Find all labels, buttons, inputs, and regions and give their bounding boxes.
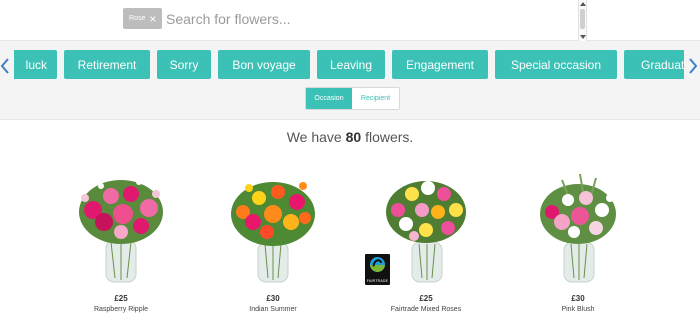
product-price: £25 bbox=[114, 294, 128, 303]
fairtrade-badge-label: FAIRTRADE bbox=[366, 279, 389, 283]
product-card[interactable]: FAIRTRADE £25 Fairtrade Mixed Roses bbox=[365, 170, 486, 313]
product-name[interactable]: Indian Summer bbox=[213, 306, 333, 313]
product-image[interactable] bbox=[223, 170, 323, 288]
results-count: We have 80 flowers. bbox=[0, 129, 700, 145]
fairtrade-badge: FAIRTRADE bbox=[365, 254, 390, 285]
search-bar: Rose × bbox=[0, 0, 700, 41]
category-chip-retirement[interactable]: Retirement bbox=[64, 50, 150, 79]
search-tag-label: Rose bbox=[129, 15, 146, 22]
product-price: £25 bbox=[419, 294, 433, 303]
scroll-up-icon[interactable] bbox=[580, 2, 586, 6]
category-chip-luck[interactable]: luck bbox=[14, 50, 57, 79]
toggle-recipient[interactable]: Recipient bbox=[352, 88, 399, 109]
results-suffix: flowers. bbox=[365, 129, 414, 145]
product-image[interactable] bbox=[528, 170, 628, 288]
filter-toggle: Occasion Recipient bbox=[305, 87, 400, 110]
remove-tag-icon[interactable]: × bbox=[149, 13, 156, 25]
product-price: £30 bbox=[571, 294, 585, 303]
fairtrade-logo-icon bbox=[370, 257, 385, 272]
product-price: £30 bbox=[266, 294, 280, 303]
category-chip-bon-voyage[interactable]: Bon voyage bbox=[218, 50, 310, 79]
results-number: 80 bbox=[345, 129, 362, 145]
product-card[interactable]: £25 Raspberry Ripple bbox=[61, 170, 181, 313]
category-chip-engagement[interactable]: Engagement bbox=[392, 50, 488, 79]
chevron-left-icon[interactable] bbox=[0, 58, 12, 74]
category-carousel: luck Retirement Sorry Bon voyage Leaving… bbox=[14, 50, 684, 81]
scroll-down-icon[interactable] bbox=[580, 35, 586, 39]
chevron-right-icon[interactable] bbox=[686, 58, 700, 74]
results-prefix: We have bbox=[286, 129, 342, 145]
category-band: luck Retirement Sorry Bon voyage Leaving… bbox=[0, 41, 700, 120]
product-name[interactable]: Raspberry Ripple bbox=[61, 306, 181, 313]
search-input[interactable] bbox=[166, 8, 566, 30]
product-name[interactable]: Pink Blush bbox=[518, 306, 638, 313]
product-name[interactable]: Fairtrade Mixed Roses bbox=[366, 306, 486, 313]
toggle-occasion[interactable]: Occasion bbox=[306, 88, 352, 109]
search-scrollbar[interactable] bbox=[578, 0, 587, 41]
product-image[interactable]: FAIRTRADE bbox=[365, 170, 476, 288]
scroll-thumb[interactable] bbox=[580, 9, 585, 29]
category-chip-sorry[interactable]: Sorry bbox=[157, 50, 211, 79]
product-card[interactable]: £30 Pink Blush bbox=[518, 170, 638, 313]
category-chip-leaving[interactable]: Leaving bbox=[317, 50, 385, 79]
product-image[interactable] bbox=[71, 170, 171, 288]
category-chip-graduation[interactable]: Graduation bbox=[624, 50, 684, 79]
product-card[interactable]: £30 Indian Summer bbox=[213, 170, 333, 313]
search-tag-chip[interactable]: Rose × bbox=[123, 8, 163, 29]
category-chip-special-occasion[interactable]: Special occasion bbox=[495, 50, 617, 79]
